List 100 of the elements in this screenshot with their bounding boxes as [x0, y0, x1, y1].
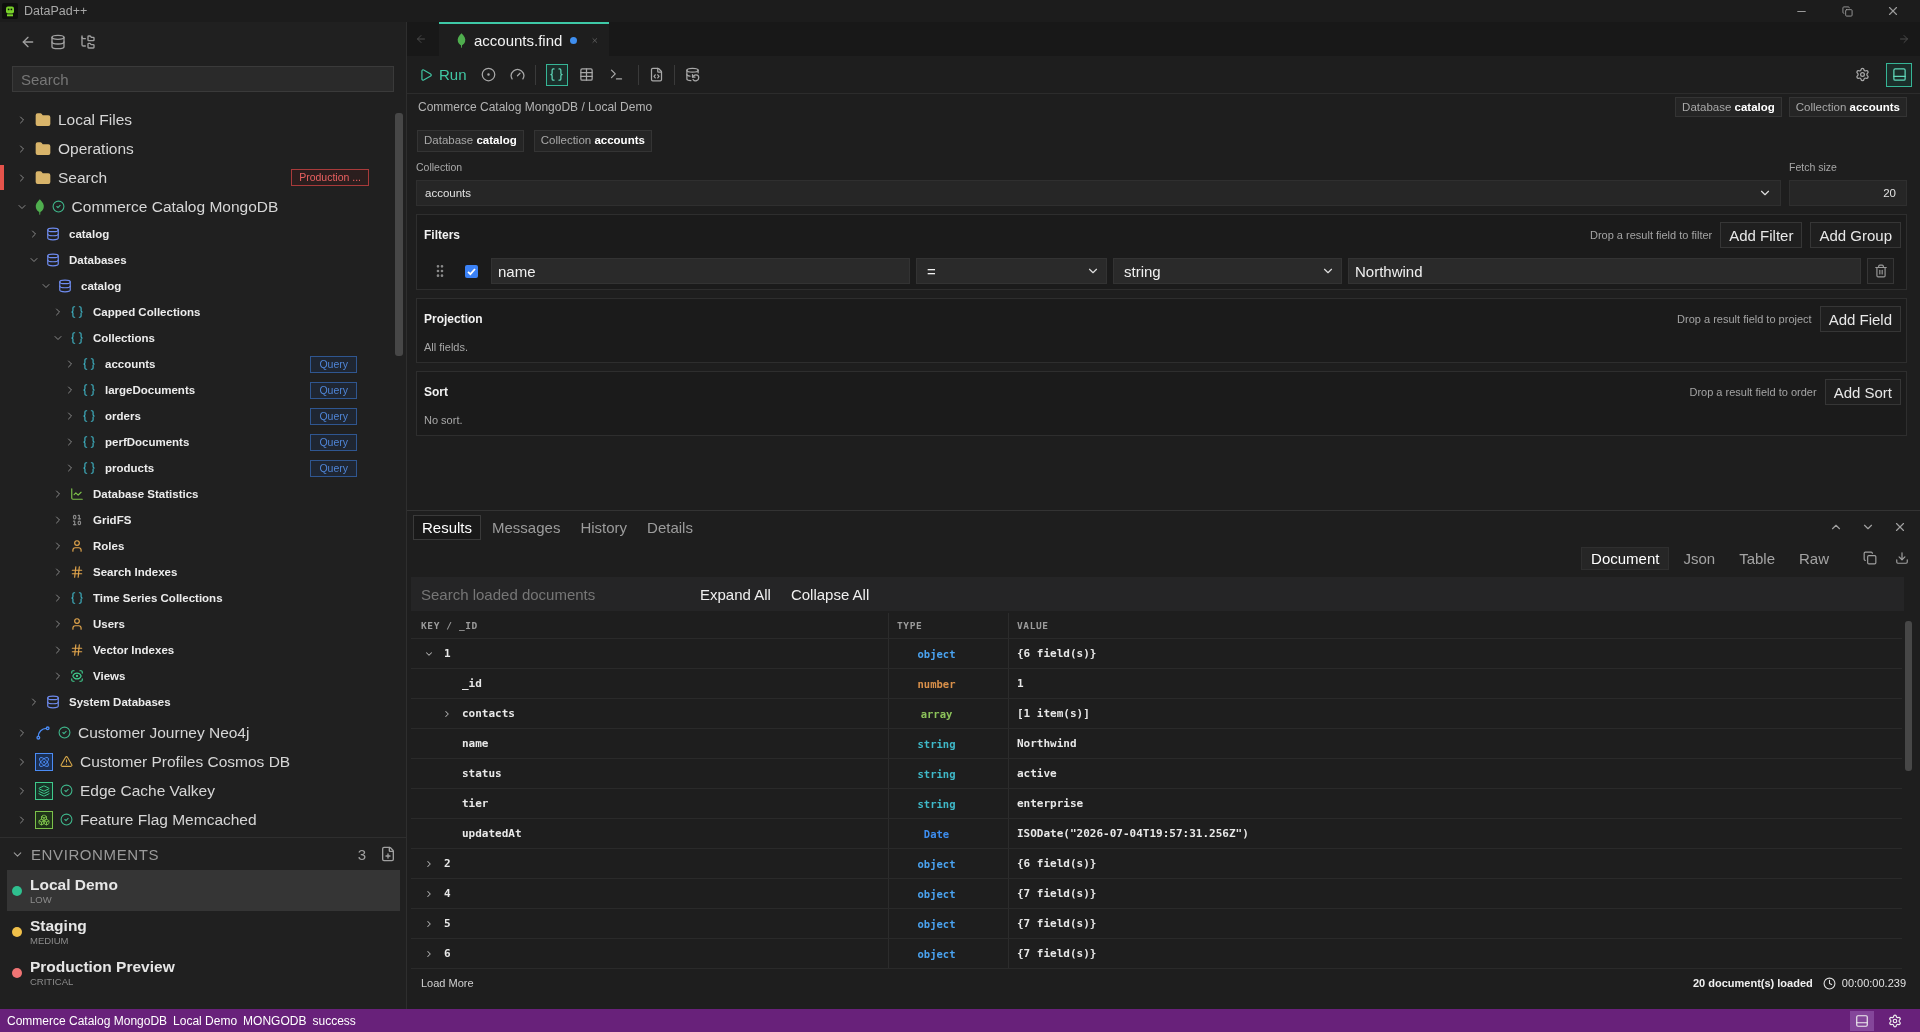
tree-item[interactable]: Feature Flag Memcached: [80, 810, 257, 829]
action-button[interactable]: Add Sort: [1824, 379, 1901, 405]
checkbox[interactable]: [465, 264, 478, 278]
download-icon[interactable]: [1895, 551, 1909, 565]
load-more-button[interactable]: Load More: [421, 977, 474, 989]
boxes-icon: [35, 810, 53, 829]
editor-tab[interactable]: accounts.find: [439, 22, 609, 56]
tree-item[interactable]: Views: [93, 670, 126, 682]
tree-item[interactable]: orders: [105, 410, 141, 422]
database-icon[interactable]: [684, 67, 700, 82]
results-tab[interactable]: Messages: [483, 514, 570, 540]
action-button[interactable]: Add Group: [1810, 222, 1901, 248]
query-button[interactable]: Query: [310, 433, 357, 451]
tree-item[interactable]: catalog: [81, 280, 122, 292]
app-logo-icon: [2, 3, 18, 19]
tree-item[interactable]: Vector Indexes: [93, 644, 175, 656]
fetch-size-field[interactable]: 20: [1789, 180, 1907, 206]
environment-item[interactable]: Local Demo LOW: [7, 870, 400, 911]
folder-icon: [35, 111, 51, 128]
close-icon[interactable]: [1893, 520, 1907, 534]
chevron-icon[interactable]: [442, 708, 452, 719]
panel-title: Sort: [424, 385, 448, 399]
search-field[interactable]: Search loaded documents: [411, 579, 681, 609]
chevron-icon[interactable]: [424, 918, 434, 929]
chevron-icon[interactable]: [424, 858, 434, 869]
chevron-icon[interactable]: [424, 888, 434, 899]
context-chip: Collection accounts: [533, 130, 652, 152]
panel-toggle-button[interactable]: [1850, 1010, 1874, 1031]
table-cell: 6: [444, 947, 451, 960]
run-button[interactable]: Run: [419, 66, 473, 83]
tree-item[interactable]: catalog: [69, 228, 110, 240]
braces-icon: [82, 357, 96, 371]
tree-item[interactable]: GridFS: [93, 514, 132, 526]
tree-item[interactable]: Search: [58, 168, 108, 187]
query-button[interactable]: Query: [310, 459, 357, 477]
delete-button[interactable]: [1867, 258, 1894, 284]
section-title: ENVIRONMENTS: [31, 845, 160, 863]
tree-item[interactable]: Operations: [58, 139, 134, 158]
database-icon[interactable]: [50, 34, 66, 50]
tree-item[interactable]: Customer Journey Neo4j: [78, 723, 250, 742]
tree-item[interactable]: Roles: [93, 540, 125, 552]
collection-select[interactable]: accounts: [416, 180, 1781, 206]
value-input[interactable]: Northwind: [1348, 258, 1861, 284]
tree-item[interactable]: accounts: [105, 358, 156, 370]
type-select[interactable]: string: [1113, 258, 1342, 284]
action-button[interactable]: Add Field: [1819, 306, 1901, 332]
chevron-icon[interactable]: [424, 948, 434, 959]
panel-toggle-button[interactable]: [1886, 62, 1912, 87]
back-icon[interactable]: [20, 34, 36, 50]
tree-item[interactable]: Database Statistics: [93, 488, 199, 500]
restore-icon[interactable]: [1841, 5, 1853, 17]
tree-item[interactable]: Users: [93, 618, 125, 630]
file-plus-icon[interactable]: [380, 846, 396, 862]
table-cell: string: [917, 737, 956, 750]
breadcrumb: Commerce Catalog MongoDB / Local Demo: [418, 100, 653, 114]
tree-item[interactable]: Time Series Collections: [93, 592, 223, 604]
action-button[interactable]: Add Filter: [1720, 222, 1803, 248]
folder-tree-icon[interactable]: [80, 34, 96, 50]
tree-item[interactable]: largeDocuments: [105, 384, 196, 396]
view-mode-button[interactable]: [545, 63, 568, 86]
tree-item[interactable]: Search Indexes: [93, 566, 178, 578]
tree-item[interactable]: Commerce Catalog MongoDB: [71, 197, 279, 216]
table-cell: object: [917, 917, 956, 930]
settings-icon[interactable]: [1855, 67, 1870, 82]
tree-item[interactable]: Customer Profiles Cosmos DB: [80, 752, 291, 771]
tree-item[interactable]: products: [105, 462, 155, 474]
collapse-all-button[interactable]: Collapse All: [780, 581, 880, 607]
scrollbar[interactable]: [1905, 621, 1912, 771]
query-button[interactable]: Query: [310, 355, 357, 373]
view-tab[interactable]: Raw: [1789, 546, 1839, 570]
tree-item[interactable]: Edge Cache Valkey: [80, 781, 215, 800]
view-tab[interactable]: Document: [1581, 546, 1670, 570]
tree-item[interactable]: Capped Collections: [93, 306, 201, 318]
query-button[interactable]: Query: [310, 407, 357, 425]
query-button[interactable]: Query: [310, 381, 357, 399]
braces-icon: [70, 305, 84, 319]
leaf-icon: [35, 198, 45, 215]
copy-icon[interactable]: [1863, 551, 1877, 565]
table-cell: object: [917, 647, 956, 660]
tree-item[interactable]: Local Files: [58, 110, 133, 129]
view-tab[interactable]: Json: [1673, 546, 1726, 570]
view-tab[interactable]: Table: [1729, 546, 1785, 570]
file-code-icon[interactable]: [648, 67, 664, 82]
operator-select[interactable]: =: [916, 258, 1107, 284]
column-header: TYPE: [897, 620, 923, 631]
expand-all-button[interactable]: Expand All: [690, 581, 781, 607]
field-input[interactable]: name: [491, 258, 910, 284]
results-tab[interactable]: History: [571, 514, 637, 540]
gauge-icon[interactable]: [509, 67, 525, 82]
tree-item[interactable]: perfDocuments: [105, 436, 190, 448]
table-cell: enterprise: [1017, 797, 1084, 810]
tree-item[interactable]: Collections: [93, 332, 155, 344]
results-tab[interactable]: Details: [638, 514, 702, 540]
scrollbar[interactable]: [395, 113, 403, 356]
search-field[interactable]: Search: [12, 66, 394, 92]
tree-item[interactable]: Databases: [69, 254, 127, 266]
results-tab[interactable]: Results: [413, 514, 482, 540]
close-icon[interactable]: [1886, 4, 1900, 18]
circle-dot-icon[interactable]: [480, 67, 496, 82]
tree-item[interactable]: System Databases: [69, 696, 171, 708]
